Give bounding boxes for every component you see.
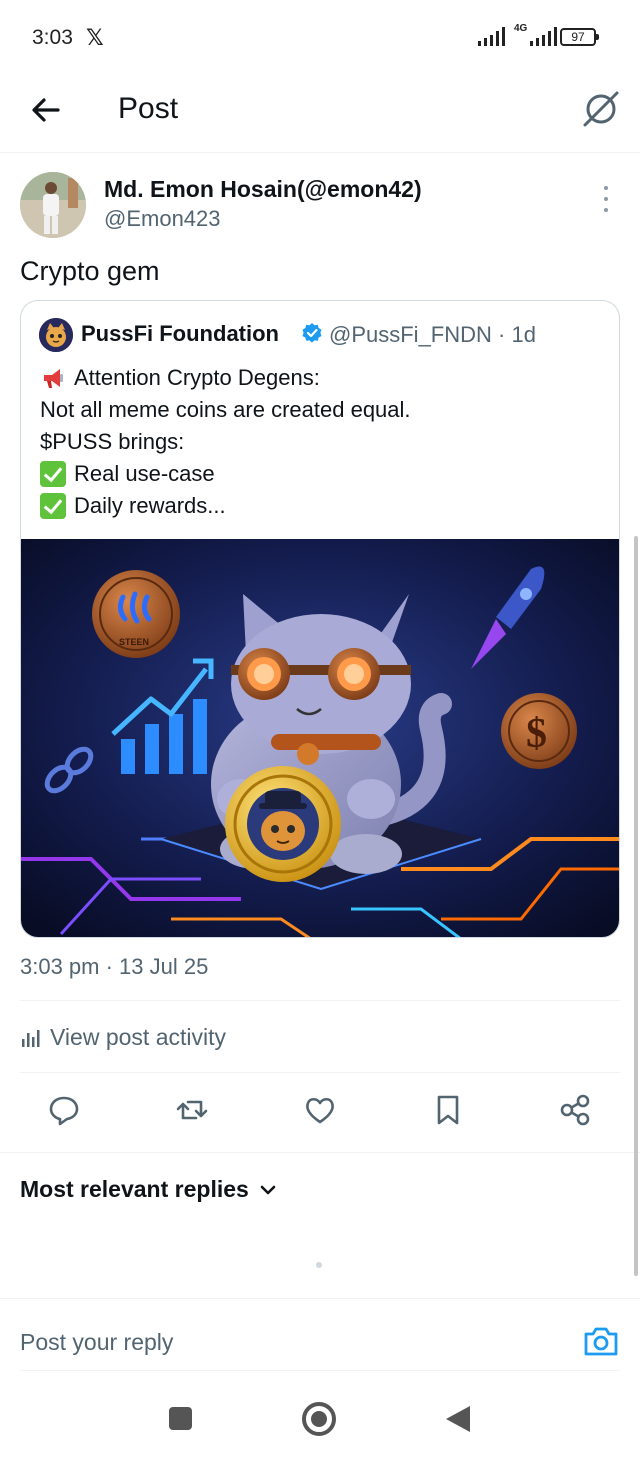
grok-icon[interactable] [580,88,622,130]
chevron-down-icon [260,1185,276,1194]
status-bar: 3:03 𝕏 4G 97 [0,0,640,76]
signal-icon [478,26,505,46]
author-handle[interactable]: @Emon423 [104,206,221,232]
x-logo-icon: 𝕏 [86,25,104,50]
repost-icon[interactable] [174,1092,210,1128]
avatar-photo [20,172,86,238]
scrollbar[interactable] [634,536,638,1276]
top-header: Post [0,76,640,153]
coin-label: STEEN [119,637,149,647]
megaphone-icon [40,365,66,391]
reply-icon[interactable] [46,1092,82,1128]
share-icon[interactable] [558,1092,594,1128]
like-icon[interactable] [302,1092,338,1128]
quote-line: Not all meme coins are created equal. [40,397,411,423]
post-timestamp[interactable]: 3:03 pm · 13 Jul 25 [20,954,208,980]
replies-sort-label: Most relevant replies [20,1176,249,1202]
check-mark-icon [40,461,66,487]
quote-text-line: Not all meme coins are created equal. [40,397,411,422]
status-time: 3:03 [32,26,73,49]
quote-author-handle[interactable]: @PussFi_FNDN · 1d [329,322,536,348]
divider [0,1298,640,1299]
activity-label: View post activity [50,1024,226,1050]
battery-level: 97 [571,30,585,44]
post-image[interactable]: STEEN $ [21,539,620,938]
quote-line: $PUSS brings: [40,429,184,455]
quote-text-line: Real use-case [74,461,215,486]
recents-button[interactable] [169,1407,192,1430]
view-post-activity[interactable]: View post activity [20,1024,226,1051]
page-title: Post [118,92,179,125]
divider [20,1000,620,1001]
quote-author-name[interactable]: PussFi Foundation [81,321,279,347]
battery-icon: 97 [560,28,599,46]
system-nav-bar [0,1380,640,1458]
replies-sort-dropdown[interactable]: Most relevant replies [20,1176,279,1203]
bookmark-icon[interactable] [430,1092,466,1128]
home-button[interactable] [302,1402,336,1436]
verified-badge-icon [302,323,322,343]
divider [20,1370,620,1371]
avatar[interactable] [20,172,86,238]
quote-text-line: Attention Crypto Degens: [74,365,320,390]
svg-text:$: $ [526,711,547,757]
arrow-left-icon[interactable] [26,90,66,130]
quote-line: Daily rewards... [40,493,226,519]
analytics-icon [22,1029,40,1047]
author-name[interactable]: Md. Emon Hosain(@emon42) [104,176,422,203]
divider [0,1152,640,1153]
signal-icon-secondary [530,26,557,46]
quote-avatar[interactable] [39,318,73,352]
quote-text-line: $PUSS brings: [40,429,185,454]
camera-icon[interactable] [582,1324,620,1358]
divider [20,1072,620,1073]
loading-indicator [316,1262,322,1268]
quote-line: Real use-case [40,461,215,487]
action-bar [0,1092,640,1134]
reply-input[interactable] [20,1322,560,1362]
back-button[interactable] [446,1406,470,1432]
more-options-icon[interactable] [598,186,614,212]
quote-text-line: Daily rewards... [74,493,226,518]
quote-line: Attention Crypto Degens: [40,365,320,391]
post-text: Crypto gem [20,256,160,286]
check-mark-icon [40,493,66,519]
network-type: 4G [514,23,528,34]
quoted-post[interactable]: PussFi Foundation @PussFi_FNDN · 1d Atte… [20,300,620,938]
